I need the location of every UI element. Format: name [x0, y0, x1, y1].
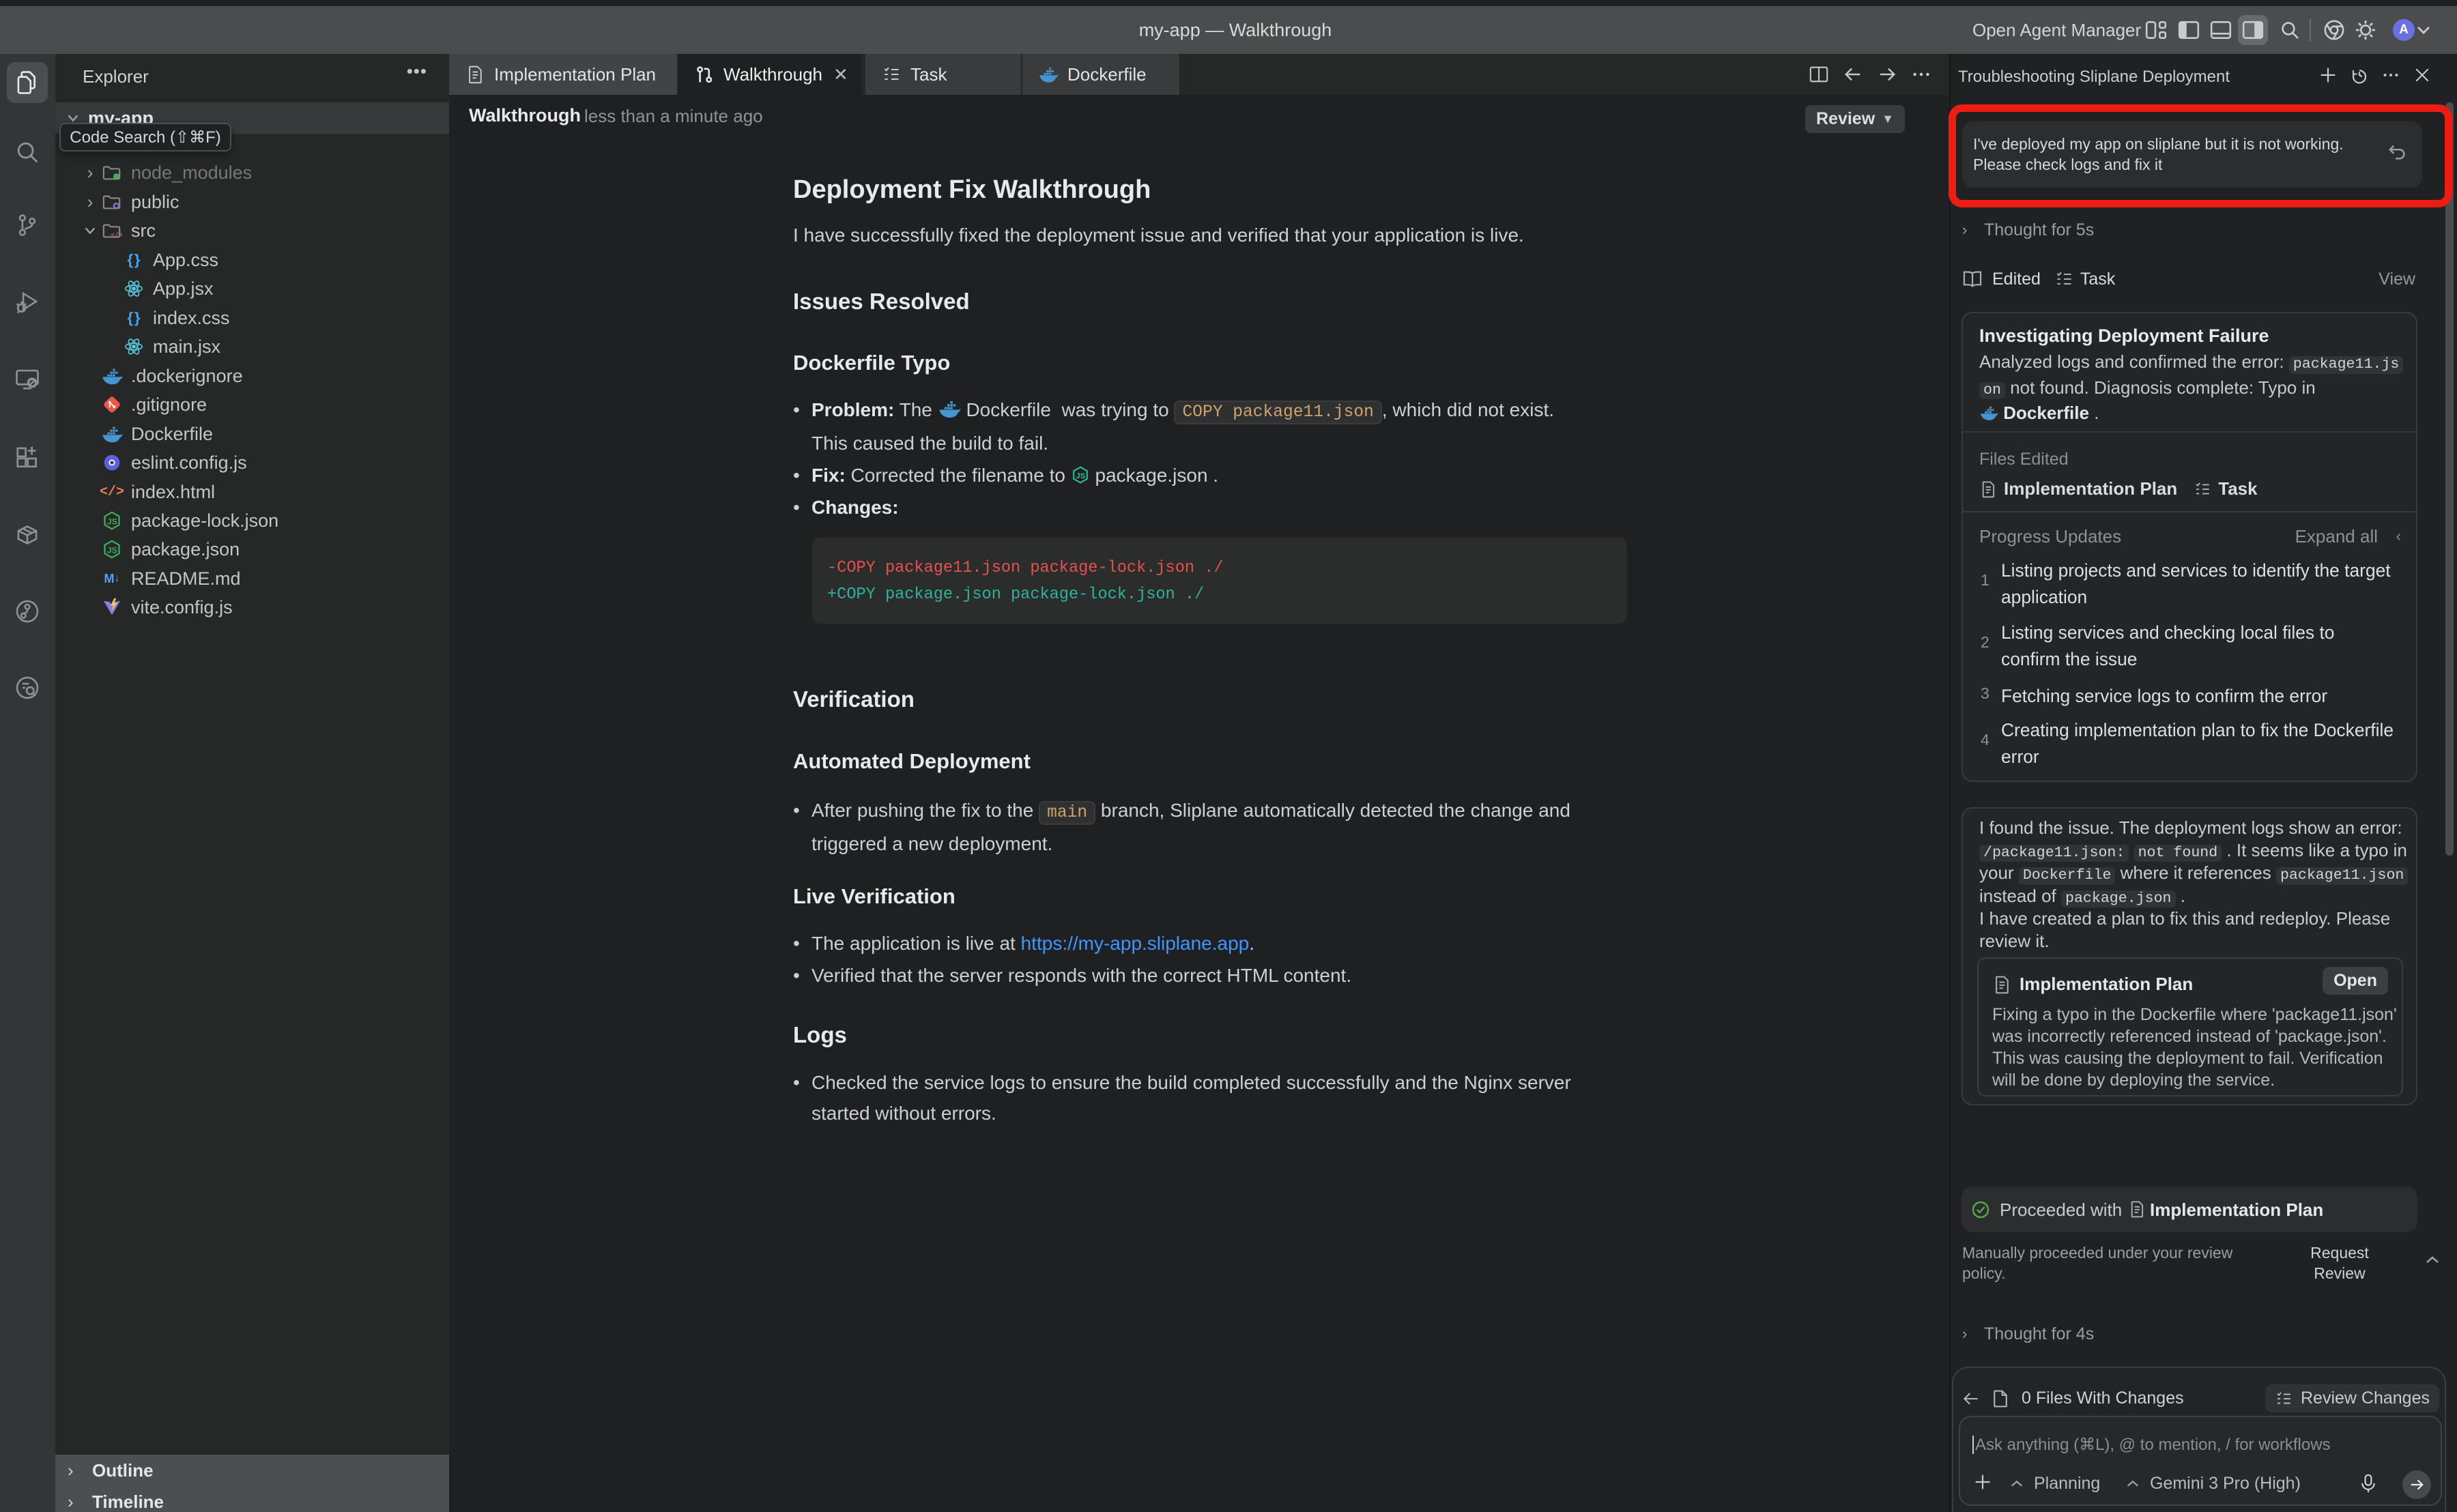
svg-text:</>: </>	[111, 232, 122, 240]
svg-text:JS: JS	[107, 517, 117, 527]
svg-text:JS: JS	[1076, 471, 1085, 480]
svg-text:JS: JS	[107, 546, 117, 555]
